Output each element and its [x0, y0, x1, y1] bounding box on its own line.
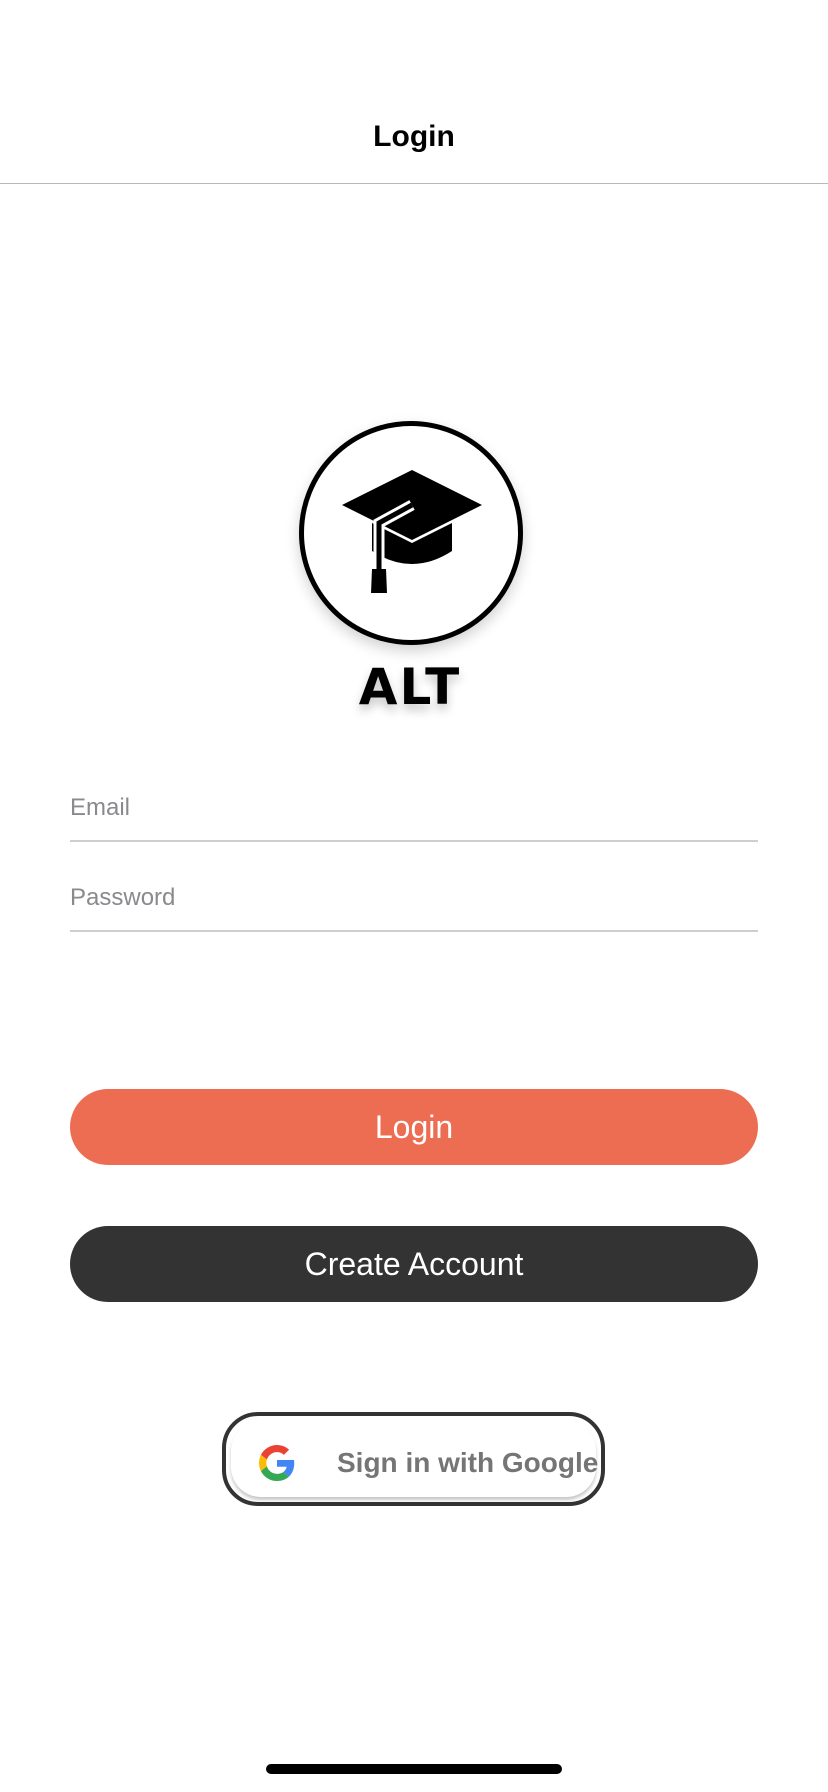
- google-sign-in-inner[interactable]: Sign in with Google: [231, 1421, 599, 1497]
- google-sign-in-label: Sign in with Google: [337, 1447, 599, 1478]
- navigation-bar: Login: [0, 0, 828, 184]
- app-logo: ALT: [280, 410, 540, 730]
- password-input[interactable]: [70, 884, 758, 912]
- google-icon: [259, 1445, 295, 1481]
- login-button[interactable]: Login: [70, 1089, 758, 1165]
- graduation-cap-icon: [342, 470, 482, 593]
- password-field[interactable]: [70, 880, 758, 932]
- logo-text: ALT: [358, 658, 462, 716]
- email-input[interactable]: [70, 794, 758, 822]
- create-account-button[interactable]: Create Account: [70, 1226, 758, 1302]
- home-indicator: [266, 1764, 562, 1774]
- google-sign-in-button[interactable]: Sign in with Google: [222, 1412, 605, 1506]
- page-title: Login: [373, 120, 455, 153]
- email-field[interactable]: [70, 790, 758, 842]
